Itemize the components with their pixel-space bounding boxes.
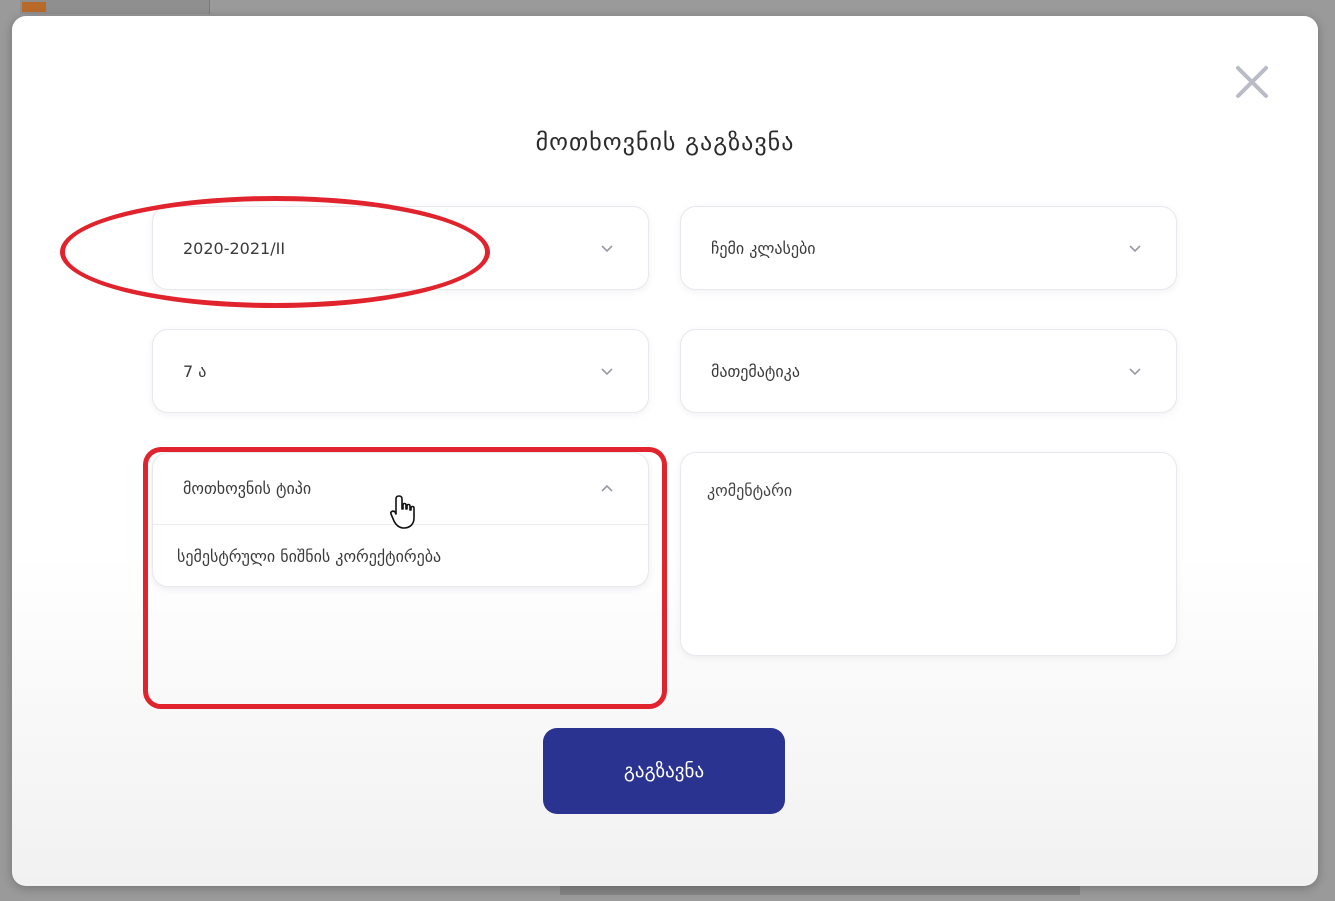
chevron-up-icon xyxy=(601,484,613,492)
comment-field[interactable] xyxy=(680,452,1177,656)
request-modal: მოთხოვნის გაგზავნა 2020-2021/II ჩემი კლა… xyxy=(12,16,1318,886)
request-type-select-value: მოთხოვნის ტიპი xyxy=(183,479,312,498)
close-icon xyxy=(1236,66,1268,98)
subject-select-value: მათემატიკა xyxy=(711,361,800,381)
chevron-down-icon xyxy=(1129,245,1141,253)
semester-select[interactable]: 2020-2021/II xyxy=(152,206,649,290)
request-type-dropdown: მოთხოვნის ტიპი სემესტრული ნიშნის კორექტი… xyxy=(152,452,649,587)
classes-select[interactable]: ჩემი კლასები xyxy=(680,206,1177,290)
background-logo xyxy=(22,2,46,12)
submit-button[interactable]: გაგზავნა xyxy=(543,728,785,814)
chevron-down-icon xyxy=(601,245,613,253)
semester-select-value: 2020-2021/II xyxy=(183,238,286,258)
classes-select-value: ჩემი კლასები xyxy=(711,238,816,258)
chevron-down-icon xyxy=(1129,368,1141,376)
subject-select[interactable]: მათემატიკა xyxy=(680,329,1177,413)
chevron-down-icon xyxy=(601,368,613,376)
request-type-option[interactable]: სემესტრული ნიშნის კორექტირება xyxy=(153,525,648,587)
background-footer-text xyxy=(560,885,1080,895)
close-button[interactable] xyxy=(1230,60,1274,104)
background-tab xyxy=(20,0,210,14)
class-group-select-value: 7 ა xyxy=(183,361,207,381)
request-type-select[interactable]: მოთხოვნის ტიპი xyxy=(153,453,648,525)
modal-title: მოთხოვნის გაგზავნა xyxy=(535,128,795,156)
class-group-select[interactable]: 7 ა xyxy=(152,329,649,413)
